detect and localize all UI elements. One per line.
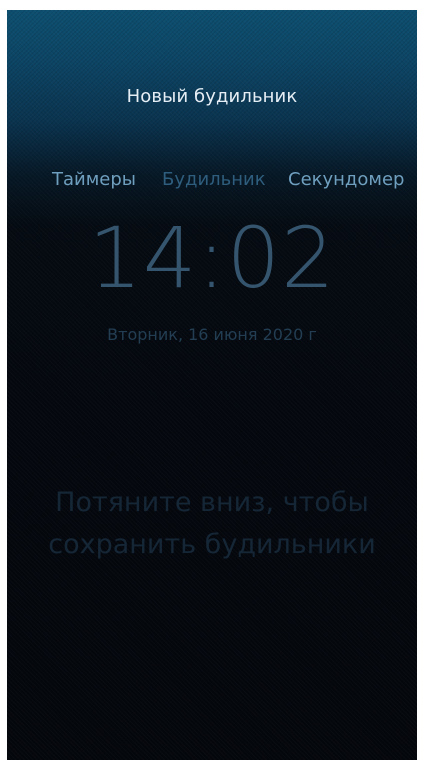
tab-bar: Таймеры Будильник Секундомер — [7, 169, 417, 197]
tab-stopwatch[interactable]: Секундомер — [288, 169, 404, 190]
empty-state-line-2: сохранить будильники — [48, 529, 376, 560]
empty-state-hint: Потяните вниз, чтобы сохранить будильник… — [7, 482, 417, 566]
app-screen: Новый будильник Таймеры Будильник Секунд… — [7, 10, 417, 760]
clock-time: 14:02 — [88, 209, 336, 307]
new-alarm-menu-item[interactable]: Новый будильник — [7, 86, 417, 107]
background-texture — [7, 10, 417, 760]
empty-state-line-1: Потяните вниз, чтобы — [55, 487, 369, 518]
tab-alarm[interactable]: Будильник — [162, 169, 266, 190]
clock-date: Вторник, 16 июня 2020 г — [107, 325, 317, 344]
tab-timers[interactable]: Таймеры — [52, 169, 136, 190]
